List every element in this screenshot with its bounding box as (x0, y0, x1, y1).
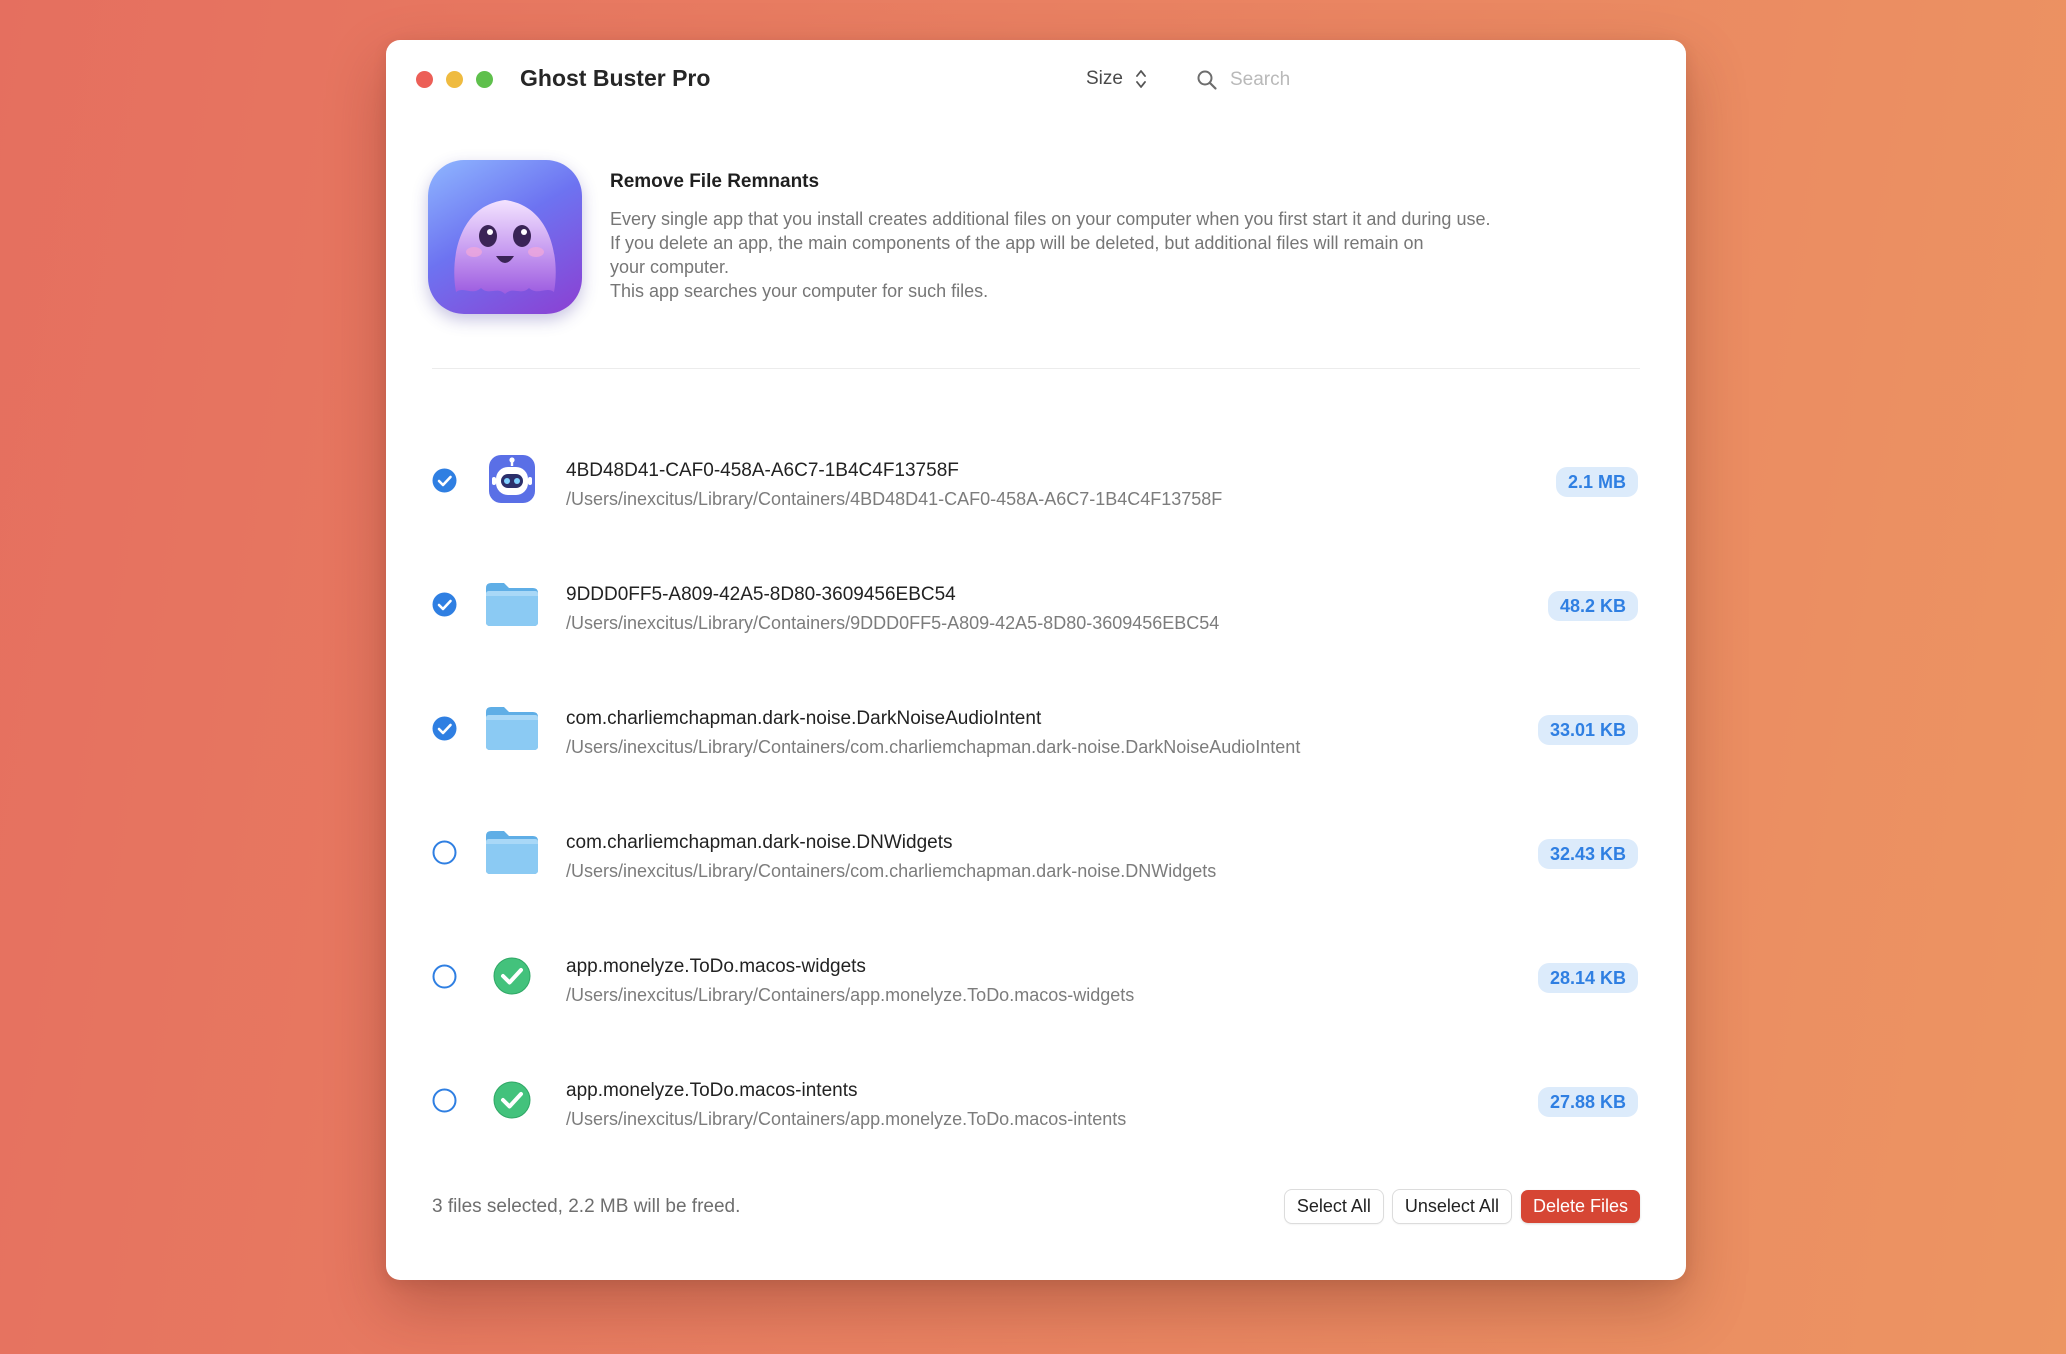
sort-label: Size (1086, 68, 1123, 89)
folder-icon (484, 578, 540, 630)
minimize-window-button[interactable] (446, 71, 463, 88)
file-size-badge: 27.88 KB (1537, 1087, 1638, 1117)
unselect-all-button[interactable]: Unselect All (1392, 1190, 1511, 1223)
selection-status: 3 files selected, 2.2 MB will be freed. (432, 1196, 741, 1217)
file-path: /Users/inexcitus/Library/Containers/app.… (566, 1109, 1127, 1129)
file-size-badge: 28.14 KB (1537, 963, 1638, 993)
file-size-badge: 33.01 KB (1537, 715, 1638, 745)
info-description: Every single app that you install create… (610, 207, 1490, 303)
info-line: Every single app that you install create… (610, 209, 1491, 229)
file-path: /Users/inexcitus/Library/Containers/4BD4… (566, 489, 1223, 509)
file-row[interactable]: app.monelyze.ToDo.macos-intents /Users/i… (386, 1038, 1686, 1162)
title-bar: Ghost Buster Pro Size (386, 40, 1686, 120)
checkbox-unchecked-icon[interactable] (432, 1088, 457, 1113)
file-path: /Users/inexcitus/Library/Containers/com.… (566, 737, 1301, 757)
info-line: your computer. (610, 257, 730, 277)
file-row[interactable]: 9DDD0FF5-A809-42A5-8D80-3609456EBC54 /Us… (386, 542, 1686, 666)
checkbox-checked-icon[interactable] (432, 468, 457, 493)
file-name: app.monelyze.ToDo.macos-intents (566, 1080, 858, 1101)
ghost-app-icon (428, 160, 582, 314)
file-name: com.charliemchapman.dark-noise.DNWidgets (566, 832, 953, 853)
zoom-window-button[interactable] (476, 71, 493, 88)
app-window: Ghost Buster Pro Size Search Remove File… (386, 40, 1686, 1280)
checkbox-checked-icon[interactable] (432, 716, 457, 741)
close-window-button[interactable] (416, 71, 433, 88)
robot-app-icon (484, 454, 540, 506)
divider (432, 368, 1640, 369)
file-size-badge: 48.2 KB (1547, 591, 1638, 621)
checkbox-checked-icon[interactable] (432, 592, 457, 617)
delete-files-button[interactable]: Delete Files (1520, 1190, 1640, 1223)
checkbox-unchecked-icon[interactable] (432, 964, 457, 989)
file-path: /Users/inexcitus/Library/Containers/com.… (566, 861, 1217, 881)
chevron-updown-icon (1136, 70, 1146, 88)
file-path: /Users/inexcitus/Library/Containers/app.… (566, 985, 1135, 1005)
file-row[interactable]: 4BD48D41-CAF0-458A-A6C7-1B4C4F13758F /Us… (386, 418, 1686, 542)
green-checkmark-app-icon (484, 950, 540, 1002)
select-all-button[interactable]: Select All (1284, 1190, 1383, 1223)
footer-actions: Select All Unselect All Delete Files (1284, 1190, 1640, 1223)
sort-dropdown[interactable]: Size (1076, 62, 1157, 96)
file-name: app.monelyze.ToDo.macos-widgets (566, 956, 866, 977)
file-row[interactable]: com.charliemchapman.dark-noise.DNWidgets… (386, 790, 1686, 914)
file-size-badge: 2.1 MB (1555, 467, 1638, 497)
file-row[interactable]: app.monelyze.ToDo.macos-widgets /Users/i… (386, 914, 1686, 1038)
file-name: 9DDD0FF5-A809-42A5-8D80-3609456EBC54 (566, 584, 956, 605)
search-field[interactable] (1186, 60, 1656, 100)
green-checkmark-app-icon (484, 1074, 540, 1126)
file-name: 4BD48D41-CAF0-458A-A6C7-1B4C4F13758F (566, 460, 959, 481)
folder-icon (484, 702, 540, 754)
file-row[interactable]: com.charliemchapman.dark-noise.DarkNoise… (386, 666, 1686, 790)
file-size-badge: 32.43 KB (1537, 839, 1638, 869)
app-title: Ghost Buster Pro (520, 65, 711, 91)
file-path: /Users/inexcitus/Library/Containers/9DDD… (566, 613, 1220, 633)
search-input[interactable] (1228, 68, 1632, 92)
info-title: Remove File Remnants (610, 171, 820, 192)
checkbox-unchecked-icon[interactable] (432, 840, 457, 865)
search-icon (1197, 70, 1217, 90)
folder-icon (484, 826, 540, 878)
file-name: com.charliemchapman.dark-noise.DarkNoise… (566, 708, 1042, 729)
info-line: This app searches your computer for such… (610, 281, 989, 301)
info-line: If you delete an app, the main component… (610, 233, 1424, 253)
